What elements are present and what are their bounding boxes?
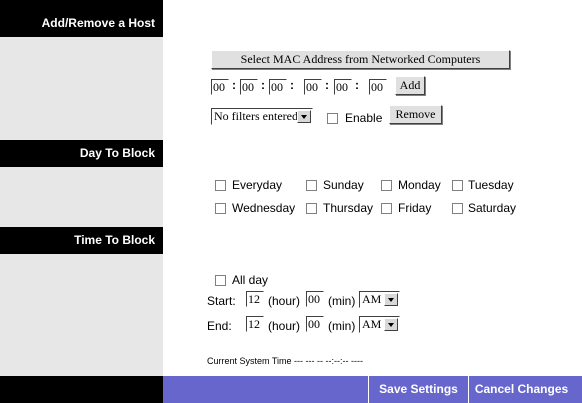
mac-octet-3[interactable]: 00 (269, 79, 287, 95)
chevron-down-icon (384, 293, 398, 306)
checkbox-sunday[interactable] (306, 180, 317, 191)
cancel-changes-button[interactable]: Cancel Changes (468, 376, 574, 403)
end-min-input[interactable]: 00 (306, 316, 324, 332)
label-saturday: Saturday (468, 201, 517, 215)
end-hour-input[interactable]: 12 (246, 316, 264, 332)
mac-separator: : (290, 78, 294, 92)
filter-select-value: No filters entered. (214, 109, 301, 123)
hour-unit: (hour) (268, 294, 301, 308)
mac-separator: : (355, 78, 359, 92)
label-wednesday: Wednesday (232, 201, 296, 215)
checkbox-all-day[interactable] (215, 275, 226, 286)
save-settings-button[interactable]: Save Settings (368, 376, 468, 403)
label-sunday: Sunday (323, 178, 364, 192)
start-label: Start: (207, 294, 236, 308)
label-all-day: All day (232, 273, 269, 287)
min-unit: (min) (328, 319, 356, 333)
enable-label: Enable (345, 111, 383, 125)
end-ampm-select[interactable]: AM (359, 316, 400, 333)
mac-octet-5[interactable]: 00 (334, 79, 352, 95)
filter-select[interactable]: No filters entered. (211, 108, 313, 125)
chevron-down-icon (384, 318, 398, 331)
label-monday: Monday (398, 178, 441, 192)
min-unit: (min) (328, 294, 356, 308)
label-friday: Friday (398, 201, 432, 215)
chevron-down-icon (297, 110, 311, 123)
label-tuesday: Tuesday (468, 178, 514, 192)
mac-octet-4[interactable]: 00 (304, 79, 322, 95)
label-everyday: Everyday (232, 178, 283, 192)
end-ampm-value: AM (362, 317, 382, 331)
mac-octet-2[interactable]: 00 (240, 79, 258, 95)
start-ampm-select[interactable]: AM (359, 291, 400, 308)
section-header-time: Time To Block (0, 227, 163, 254)
top-strip (0, 0, 163, 10)
end-label: End: (207, 319, 232, 333)
add-button[interactable]: Add (395, 76, 425, 95)
mac-separator: : (325, 78, 329, 92)
mac-separator: : (261, 78, 265, 92)
sidebar (0, 0, 164, 403)
section-header-host: Add/Remove a Host (0, 10, 163, 37)
label-thursday: Thursday (323, 201, 374, 215)
checkbox-monday[interactable] (381, 180, 392, 191)
start-min-input[interactable]: 00 (306, 291, 324, 307)
section-header-day: Day To Block (0, 140, 163, 167)
hour-unit: (hour) (268, 319, 301, 333)
start-hour-input[interactable]: 12 (246, 291, 264, 307)
remove-button[interactable]: Remove (389, 105, 442, 124)
checkbox-tuesday[interactable] (452, 180, 463, 191)
mac-octet-6[interactable]: 00 (369, 79, 387, 95)
select-mac-button[interactable]: Select MAC Address from Networked Comput… (211, 50, 510, 69)
checkbox-friday[interactable] (381, 203, 392, 214)
start-ampm-value: AM (362, 292, 382, 306)
mac-octet-1[interactable]: 00 (211, 79, 229, 95)
checkbox-wednesday[interactable] (215, 203, 226, 214)
checkbox-everyday[interactable] (215, 180, 226, 191)
mac-separator: : (232, 78, 236, 92)
current-system-time: Current System Time --- --- -- --:--:-- … (207, 356, 363, 366)
enable-checkbox[interactable] (327, 113, 338, 124)
checkbox-thursday[interactable] (306, 203, 317, 214)
checkbox-saturday[interactable] (452, 203, 463, 214)
